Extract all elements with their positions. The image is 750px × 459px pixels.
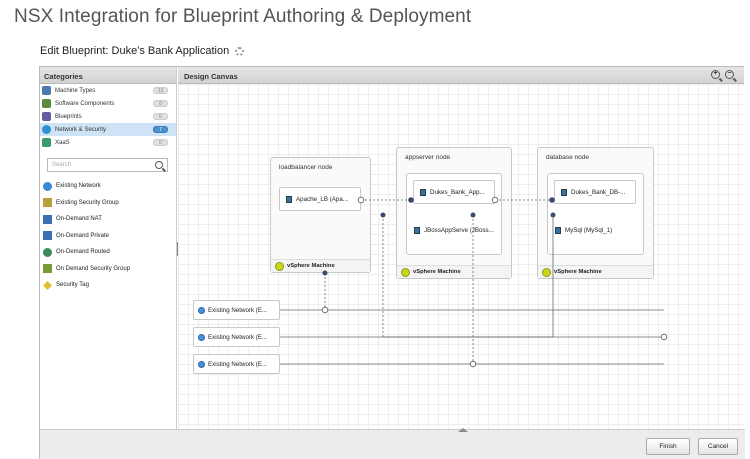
design-canvas[interactable]: loadbalancer node Apache_LB (Apa... vSph… [178,84,744,429]
blueprint-title: Edit Blueprint: Duke's Bank Application [40,45,245,57]
scroll-grip-icon[interactable] [456,427,470,433]
category-blueprints[interactable]: Blueprints 0 [40,110,176,123]
palette-label: On Demand Security Group [56,265,131,272]
palette-item-on-demand-nat[interactable]: On-Demand NAT [40,211,176,228]
routed-network-icon [43,247,52,257]
palette-item-existing-security-group[interactable]: Existing Security Group [40,195,176,212]
palette-label: Existing Network [56,183,101,190]
connector-port [321,306,329,314]
connector-dot [549,197,555,203]
connector-dot [408,197,414,203]
category-list: Machine Types 13 Software Components 0 B… [40,84,176,149]
palette-label: Existing Security Group [56,199,119,206]
machine-types-icon [42,86,51,95]
software-components-icon [42,99,51,108]
connection-wires [280,196,668,368]
network-security-icon [42,125,51,134]
connector-port [469,360,477,368]
category-label: Software Components [55,100,115,107]
connector-dot [322,270,328,276]
tag-icon [43,280,52,290]
palette-item-on-demand-private[interactable]: On-Demand Private [40,228,176,245]
connector-port [491,196,499,204]
shield-icon [43,198,52,208]
palette-label: On-Demand NAT [56,216,102,223]
design-canvas-panel: Design Canvas + − loadbalancer node Apac… [178,67,744,429]
search-icon[interactable] [155,161,163,169]
category-label: Blueprints [55,113,82,120]
palette-item-security-tag[interactable]: Security Tag [40,277,176,294]
connector-port [660,333,668,341]
zoom-out-icon[interactable]: − [725,70,734,79]
category-software-components[interactable]: Software Components 0 [40,97,176,110]
connector-port [357,196,365,204]
category-count: 0 [153,139,168,146]
palette-label: On-Demand Private [56,232,110,239]
palette-label: On-Demand Routed [56,249,110,256]
globe-icon [43,181,52,191]
security-group-icon [43,264,52,274]
category-label: Network & Security [55,126,107,133]
palette-item-existing-network[interactable]: Existing Network [40,178,176,195]
cancel-button[interactable]: Cancel [698,438,738,455]
search-input[interactable]: Search [47,158,168,172]
gear-icon[interactable] [235,46,245,56]
canvas-title: Design Canvas [184,72,238,81]
palette-list: Existing Network Existing Security Group… [40,178,176,294]
category-count: 0 [153,100,168,107]
blueprint-editor: Categories Machine Types 13 Software Com… [39,66,745,459]
palette-item-on-demand-routed[interactable]: On-Demand Routed [40,244,176,261]
category-xaas[interactable]: XaaS 0 [40,136,176,149]
finish-button[interactable]: Finish [646,438,690,455]
private-network-icon [43,231,52,241]
category-count: 0 [153,113,168,120]
slide-title: NSX Integration for Blueprint Authoring … [14,6,472,27]
xaas-icon [42,138,51,147]
category-label: Machine Types [55,87,96,94]
category-network-security[interactable]: Network & Security 7 [40,123,176,136]
connector-dot [380,212,386,218]
category-count: 7 [153,126,168,133]
editor-footer: Finish Cancel [40,427,745,459]
categories-panel: Categories Machine Types 13 Software Com… [40,67,177,429]
connector-dot [470,212,476,218]
category-machine-types[interactable]: Machine Types 13 [40,84,176,97]
categories-header: Categories [40,67,176,84]
canvas-header: Design Canvas + − [178,67,744,84]
search-placeholder: Search [52,162,72,168]
category-label: XaaS [55,139,70,146]
zoom-in-icon[interactable]: + [711,70,720,79]
blueprint-title-text: Edit Blueprint: Duke's Bank Application [40,45,230,57]
palette-item-on-demand-security-group[interactable]: On Demand Security Group [40,261,176,278]
palette-label: Security Tag [56,282,89,289]
blueprints-icon [42,112,51,121]
category-count: 13 [153,87,168,94]
nat-icon [43,214,52,224]
